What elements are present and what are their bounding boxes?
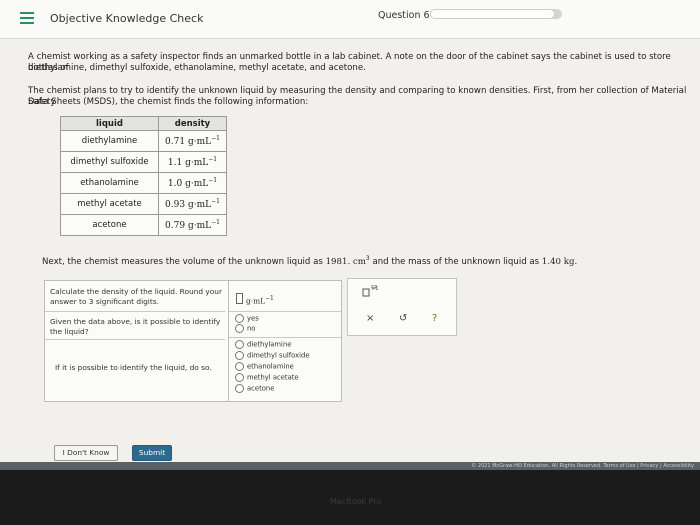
prompt-para1-line2: diethylamine, dimethyl sulfoxide, ethano…: [28, 63, 366, 73]
table-cell-density: 0.93 g·mL−1: [158, 193, 227, 215]
app-title: Objective Knowledge Check: [50, 12, 204, 25]
radio-icon: [235, 324, 244, 333]
footer-links[interactable]: © 2021 McGraw-Hill Education. All Rights…: [471, 462, 694, 470]
top-bar: Objective Knowledge Check Question 6: [0, 0, 700, 39]
dont-know-button[interactable]: I Don't Know: [54, 445, 118, 461]
table-cell-density: 1.0 g·mL−1: [158, 172, 227, 194]
radio-icon: [235, 373, 244, 382]
table-row: dimethyl sulfoxide 1.1 g·mL−1: [60, 151, 227, 173]
progress-fill: [430, 9, 556, 19]
answer-inputs: g·mL−1 yes no diethylamine dimethyl sulf…: [228, 281, 341, 401]
table-row: acetone 0.79 g·mL−1: [60, 214, 227, 236]
radio-ethanolamine[interactable]: ethanolamine: [235, 362, 294, 372]
table-row: methyl acetate 0.93 g·mL−1: [60, 193, 227, 215]
measurement-sentence: Next, the chemist measures the volume of…: [42, 255, 578, 267]
answer-questions: Calculate the density of the liquid. Rou…: [45, 281, 225, 401]
q3-text: If it is possible to identify the liquid…: [55, 363, 212, 372]
answer-tools: ×10 × ↺ ?: [347, 278, 457, 336]
density-table: liquid density diethylamine 0.71 g·mL−1 …: [60, 116, 227, 236]
radio-icon: [235, 351, 244, 360]
undo-button[interactable]: ↺: [399, 313, 407, 324]
laptop-brand-label: MacBook Pro: [330, 497, 382, 506]
density-answer-input[interactable]: [236, 293, 243, 304]
radio-icon: [235, 362, 244, 371]
table-cell-density: 0.79 g·mL−1: [158, 214, 227, 236]
q1-line2: answer to 3 significant digits.: [50, 297, 159, 306]
radio-yes[interactable]: yes: [235, 314, 259, 324]
exponent-icon: ×10: [362, 284, 382, 297]
prompt-para2-line2: Data Sheets (MSDS), the chemist finds th…: [28, 97, 309, 107]
radio-icon: [235, 314, 244, 323]
q1-line1: Calculate the density of the liquid. Rou…: [50, 287, 223, 296]
radio-no[interactable]: no: [235, 324, 255, 334]
radio-diethylamine[interactable]: diethylamine: [235, 340, 291, 350]
question-label: Question 6: [378, 10, 430, 21]
radio-methyl-acetate[interactable]: methyl acetate: [235, 373, 299, 383]
table-cell-liquid: diethylamine: [60, 130, 159, 152]
clear-button[interactable]: ×: [366, 313, 374, 324]
radio-icon: [235, 384, 244, 393]
table-cell-liquid: methyl acetate: [60, 193, 159, 215]
submit-button[interactable]: Submit: [132, 445, 172, 461]
table-cell-density: 0.71 g·mL−1: [158, 130, 227, 152]
table-header-liquid: liquid: [60, 116, 159, 131]
table-cell-liquid: acetone: [60, 214, 159, 236]
table-row: diethylamine 0.71 g·mL−1: [60, 130, 227, 152]
table-header-density: density: [158, 116, 227, 131]
table-cell-liquid: ethanolamine: [60, 172, 159, 194]
table-row: ethanolamine 1.0 g·mL−1: [60, 172, 227, 194]
table-cell-density: 1.1 g·mL−1: [158, 151, 227, 173]
screen: Objective Knowledge Check Question 6 A c…: [0, 0, 700, 470]
scientific-notation-button[interactable]: ×10: [362, 284, 382, 300]
help-button[interactable]: ?: [432, 313, 437, 324]
q2-line1: Given the data above, is it possible to …: [50, 317, 221, 326]
answer-panel: Calculate the density of the liquid. Rou…: [44, 280, 342, 402]
menu-icon[interactable]: [20, 12, 34, 24]
q2-line2: the liquid?: [50, 327, 89, 336]
radio-acetone[interactable]: acetone: [235, 384, 274, 394]
radio-icon: [235, 340, 244, 349]
progress-bar: [430, 9, 562, 19]
table-cell-liquid: dimethyl sulfoxide: [60, 151, 159, 173]
density-unit: g·mL−1: [246, 295, 274, 306]
radio-dimethyl-sulfoxide[interactable]: dimethyl sulfoxide: [235, 351, 310, 361]
